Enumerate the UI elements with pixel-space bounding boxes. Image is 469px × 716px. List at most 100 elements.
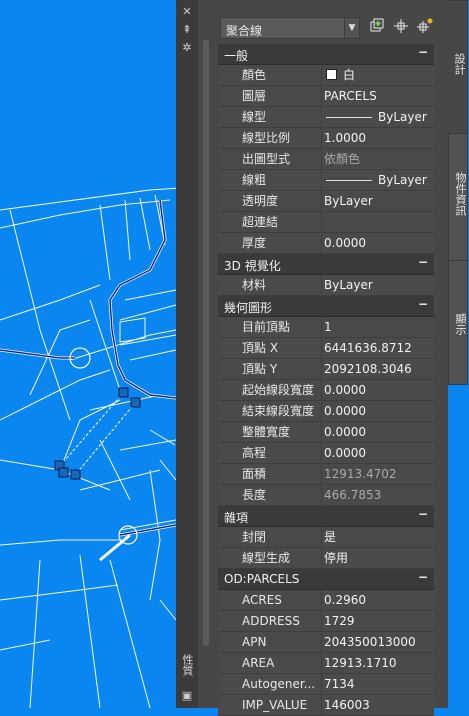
color-swatch-icon: [326, 69, 337, 80]
property-row[interactable]: 起始線段寬度 0.0000: [218, 380, 434, 401]
property-value[interactable]: 停用: [324, 548, 434, 568]
property-row[interactable]: 頂點 X 6441636.8712: [218, 338, 434, 359]
property-value-text: ByLayer: [378, 173, 427, 187]
property-value[interactable]: 0.0000: [324, 422, 434, 442]
property-value-text: ByLayer: [378, 110, 427, 124]
property-row[interactable]: 目前頂點 1: [218, 317, 434, 338]
property-value-text: 0.0000: [324, 446, 366, 460]
property-value[interactable]: [324, 212, 434, 232]
property-value[interactable]: 0.2960: [324, 590, 434, 610]
tab-display-label: 顯示: [454, 313, 467, 335]
property-value[interactable]: 2092108.3046: [324, 359, 434, 379]
property-value[interactable]: 白: [324, 65, 434, 85]
property-row[interactable]: 整體寬度 0.0000: [218, 422, 434, 443]
property-row[interactable]: AREA 12913.1710: [218, 653, 434, 674]
property-value-text: 466.7853: [324, 488, 382, 502]
collapse-icon[interactable]: −: [418, 45, 428, 59]
autohide-icon[interactable]: ⇞: [180, 24, 194, 36]
pickadd-icon[interactable]: [416, 18, 434, 36]
property-row[interactable]: 長度 466.7853: [218, 485, 434, 506]
palette-title-strip[interactable]: ✕ ⇞ ✲ 性質 ▣: [176, 0, 199, 708]
property-value[interactable]: 0.0000: [324, 401, 434, 421]
property-row[interactable]: 線型生成 停用: [218, 548, 434, 569]
property-value-text: 0.0000: [324, 404, 366, 418]
quick-select-icon[interactable]: [368, 18, 386, 36]
collapse-icon[interactable]: −: [418, 507, 428, 521]
collapse-icon[interactable]: −: [418, 297, 428, 311]
property-value-text: 146003: [324, 698, 370, 712]
property-value[interactable]: ByLayer: [324, 107, 434, 127]
collapse-icon[interactable]: −: [418, 255, 428, 269]
property-row[interactable]: Autogener... 7134: [218, 674, 434, 695]
property-value[interactable]: 1.0000: [324, 128, 434, 148]
category-label: OD:PARCELS: [224, 572, 300, 586]
object-type-dropdown[interactable]: 聚合線 ▼: [220, 17, 360, 39]
select-objects-icon[interactable]: [392, 18, 410, 36]
property-value: 12913.4702: [324, 464, 434, 484]
property-value[interactable]: 12913.1710: [324, 653, 434, 673]
property-value-text: 依顏色: [324, 152, 361, 166]
property-value-text: 白: [343, 68, 356, 82]
chevron-down-icon[interactable]: ▼: [344, 18, 359, 38]
property-name: 線型比例: [218, 128, 322, 148]
property-value[interactable]: 7134: [324, 674, 434, 694]
property-row[interactable]: 封閉是: [218, 527, 434, 548]
property-row[interactable]: 結束線段寬度 0.0000: [218, 401, 434, 422]
category-header[interactable]: 3D 視覺化 −: [218, 254, 434, 275]
property-value[interactable]: 1: [324, 317, 434, 337]
tab-design[interactable]: 設計: [448, 0, 468, 134]
property-name: 頂點 X: [218, 338, 322, 358]
property-value-text: ByLayer: [324, 278, 373, 292]
property-value-text: 停用: [324, 551, 349, 565]
property-value[interactable]: ByLayer: [324, 191, 434, 211]
category-header[interactable]: 雜項 −: [218, 506, 434, 527]
property-value[interactable]: 0.0000: [324, 380, 434, 400]
property-row[interactable]: 顏色 白: [218, 65, 434, 86]
settings-icon[interactable]: ✲: [180, 42, 194, 54]
property-row[interactable]: 線型 ByLayer: [218, 107, 434, 128]
category-header[interactable]: 幾何圖形 −: [218, 296, 434, 317]
property-name: 線粗: [218, 170, 322, 190]
property-value[interactable]: 是: [324, 527, 434, 547]
property-value[interactable]: ByLayer: [324, 170, 434, 190]
property-row[interactable]: 透明度 ByLayer: [218, 191, 434, 212]
property-row[interactable]: IMP_VALUE 146003: [218, 695, 434, 716]
palette-options-icon[interactable]: ▣: [180, 690, 194, 702]
property-row[interactable]: 面積 12913.4702: [218, 464, 434, 485]
property-value[interactable]: 0.0000: [324, 233, 434, 253]
collapse-icon[interactable]: −: [418, 570, 428, 584]
property-value[interactable]: 1729: [324, 611, 434, 631]
tab-display[interactable]: 顯示: [448, 260, 468, 385]
property-value[interactable]: 0.0000: [324, 443, 434, 463]
property-row[interactable]: ACRES 0.2960: [218, 590, 434, 611]
property-name: 高程: [218, 443, 322, 463]
property-value: 466.7853: [324, 485, 434, 505]
property-value-text: 1: [324, 320, 332, 334]
property-name: 結束線段寬度: [218, 401, 322, 421]
panel-scrollbar[interactable]: [203, 40, 209, 646]
property-value[interactable]: 6441636.8712: [324, 338, 434, 358]
property-row[interactable]: 高程 0.0000: [218, 443, 434, 464]
tab-object-info[interactable]: 物件資訊: [448, 133, 468, 261]
property-name: 出圖型式: [218, 149, 322, 169]
property-row[interactable]: ADDRESS 1729: [218, 611, 434, 632]
close-icon[interactable]: ✕: [180, 6, 194, 18]
property-name: 透明度: [218, 191, 322, 211]
property-row[interactable]: 頂點 Y 2092108.3046: [218, 359, 434, 380]
property-value[interactable]: 146003: [324, 695, 434, 715]
property-row[interactable]: 厚度 0.0000: [218, 233, 434, 254]
property-row[interactable]: 線粗 ByLayer: [218, 170, 434, 191]
properties-toolbar: 聚合線 ▼: [198, 0, 448, 42]
property-row[interactable]: 出圖型式 依顏色: [218, 149, 434, 170]
property-value[interactable]: 204350013000: [324, 632, 434, 652]
property-value[interactable]: ByLayer: [324, 275, 434, 295]
property-value[interactable]: PARCELS: [324, 86, 434, 106]
property-name: ADDRESS: [218, 611, 322, 631]
property-row[interactable]: 線型比例 1.0000: [218, 128, 434, 149]
property-row[interactable]: 超連結: [218, 212, 434, 233]
property-row[interactable]: 圖層 PARCELS: [218, 86, 434, 107]
category-header[interactable]: OD:PARCELS −: [218, 569, 434, 590]
property-row[interactable]: 材料 ByLayer: [218, 275, 434, 296]
property-row[interactable]: APN 204350013000: [218, 632, 434, 653]
category-header[interactable]: 一般 −: [218, 44, 434, 65]
